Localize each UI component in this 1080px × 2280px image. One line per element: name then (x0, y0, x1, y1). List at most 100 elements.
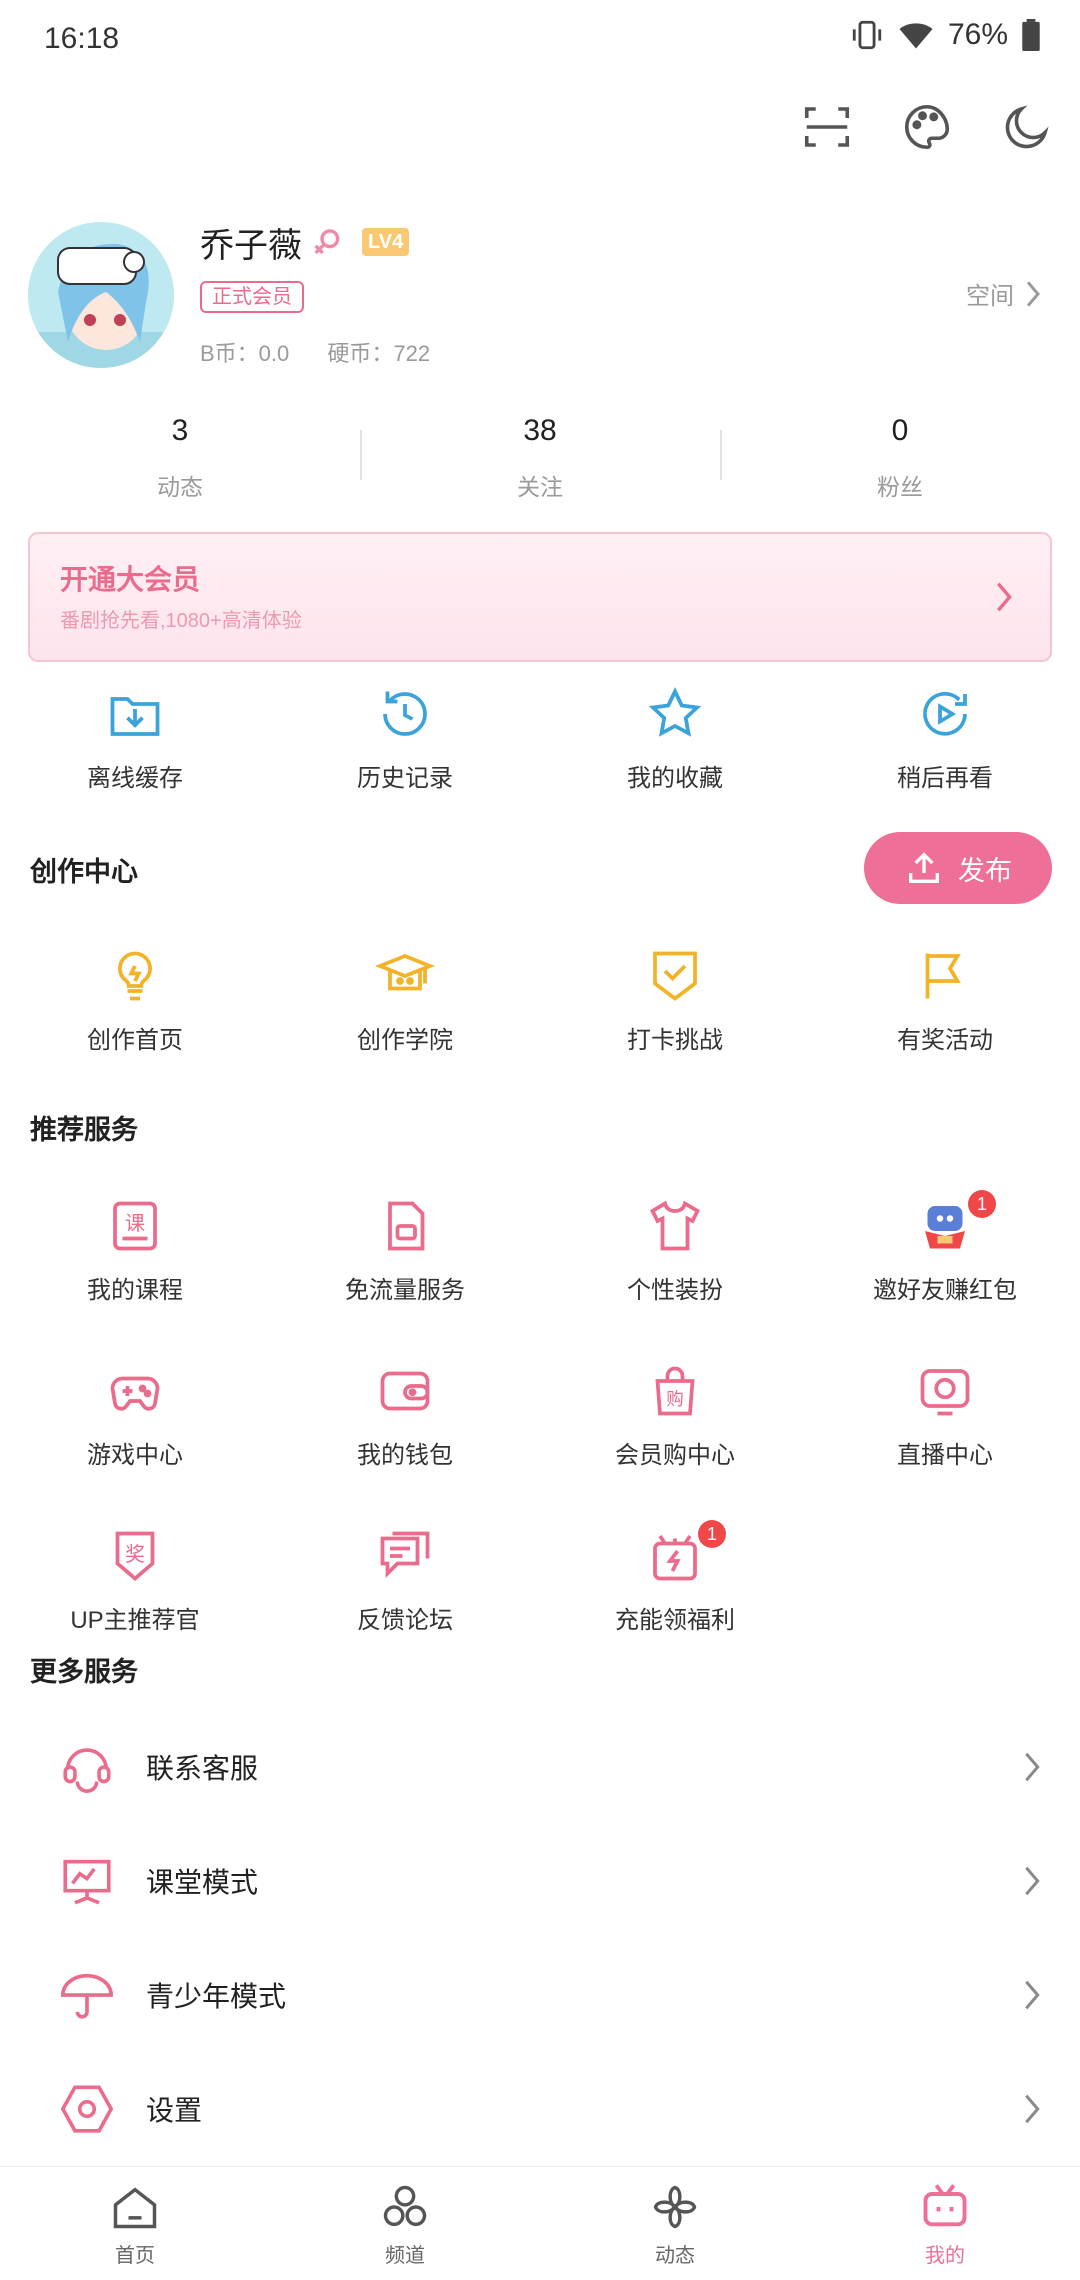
stat-value: 0 (891, 414, 909, 447)
award-shield-icon: 奖 (115, 1531, 155, 1581)
live-tv-icon (920, 1369, 970, 1416)
service-game-center[interactable]: 游戏中心 (0, 1361, 270, 1470)
service-invite-friends[interactable]: 1 邀好友赚红包 (810, 1190, 1080, 1305)
b-coin-balance: B币：0.0 (200, 341, 290, 366)
stat-followers[interactable]: 0 粉丝 (720, 400, 1080, 510)
nav-label: 动态 (655, 2245, 695, 2267)
status-bar: 16:18 76% (0, 0, 1080, 80)
creation-home[interactable]: 创作首页 (0, 946, 270, 1055)
service-my-courses[interactable]: 课 我的课程 (0, 1196, 270, 1305)
chevron-right-icon (1025, 1866, 1040, 1896)
gamepad-icon (110, 1376, 160, 1411)
service-label: 充能领福利 (615, 1607, 735, 1634)
stat-value: 3 (171, 414, 189, 447)
chevron-right-icon (997, 582, 1012, 612)
upload-icon (909, 852, 939, 883)
watch-later-icon (923, 691, 967, 736)
night-mode-icon[interactable] (1000, 100, 1054, 154)
creation-rewards[interactable]: 有奖活动 (810, 946, 1080, 1055)
publish-button[interactable]: 发布 (864, 832, 1052, 904)
service-vip-shop[interactable]: 购 会员购中心 (540, 1361, 810, 1470)
nav-dynamics[interactable]: 动态 (540, 2167, 810, 2280)
stat-label: 动态 (157, 474, 203, 500)
row-classroom-mode[interactable]: 课堂模式 (0, 1824, 1080, 1938)
nav-label: 频道 (385, 2245, 425, 2267)
quick-offline-cache[interactable]: 离线缓存 (0, 684, 270, 793)
notification-badge: 1 (698, 1520, 726, 1548)
vibrate-icon (852, 20, 882, 50)
row-label: 设置 (146, 2095, 203, 2126)
space-link[interactable]: 空间 (966, 276, 1042, 311)
row-label: 联系客服 (146, 1753, 259, 1784)
home-icon (113, 2187, 157, 2229)
star-icon (648, 687, 702, 737)
service-label: 免流量服务 (345, 1277, 465, 1304)
lightbulb-icon (118, 951, 152, 1001)
quick-action-label: 历史记录 (357, 765, 453, 792)
wallet-icon (380, 1371, 430, 1411)
row-settings[interactable]: 设置 (0, 2052, 1080, 2166)
checkin-shield-icon (653, 951, 697, 1001)
quick-watch-later[interactable]: 稍后再看 (810, 684, 1080, 793)
status-right: 76% (850, 18, 1040, 52)
sim-card-icon (388, 1201, 425, 1251)
service-label: 会员购中心 (615, 1442, 735, 1469)
nav-home[interactable]: 首页 (0, 2167, 270, 2280)
tshirt-icon (650, 1200, 700, 1251)
avatar[interactable] (28, 222, 174, 368)
quick-action-label: 离线缓存 (87, 765, 183, 792)
user-name: 乔子薇 (200, 227, 302, 265)
row-customer-service[interactable]: 联系客服 (0, 1710, 1080, 1824)
nav-mine[interactable]: 我的 (810, 2167, 1080, 2280)
creation-academy[interactable]: 创作学院 (270, 946, 540, 1055)
service-free-data[interactable]: 免流量服务 (270, 1196, 540, 1305)
service-wallet[interactable]: 我的钱包 (270, 1361, 540, 1470)
presentation-board-icon (63, 1859, 111, 1905)
nav-channel[interactable]: 频道 (270, 2167, 540, 2280)
service-charge-rewards[interactable]: 1 充能领福利 (540, 1520, 810, 1635)
pinwheel-icon (653, 2185, 697, 2229)
shopping-bag-icon: 购 (655, 1366, 695, 1416)
recommended-grid: 课 我的课程 免流量服务 个性装扮 1 邀好友赚红包 游戏中心 我的钱包 购 会… (0, 1190, 1080, 1635)
vip-banner-subtitle: 番剧抢先看,1080+高清体验 (60, 610, 302, 632)
row-youth-mode[interactable]: 青少年模式 (0, 1938, 1080, 2052)
status-time: 16:18 (44, 22, 120, 55)
stat-following[interactable]: 38 关注 (360, 400, 720, 510)
coin-info: B币：0.0 硬币：722 (200, 336, 430, 368)
level-badge: LV4 (362, 228, 410, 256)
row-label: 青少年模式 (146, 1981, 287, 2012)
stat-value: 38 (523, 414, 557, 447)
publish-label: 发布 (958, 855, 1012, 886)
creation-checkin[interactable]: 打卡挑战 (540, 946, 810, 1055)
vip-banner-title: 开通大会员 (60, 564, 201, 595)
service-label: UP主推荐官 (70, 1607, 200, 1634)
nav-label: 我的 (925, 2245, 965, 2267)
service-label: 直播中心 (897, 1442, 993, 1469)
stat-dynamics[interactable]: 3 动态 (0, 400, 360, 510)
notification-badge: 1 (968, 1190, 996, 1218)
quick-favorites[interactable]: 我的收藏 (540, 684, 810, 793)
scan-icon[interactable] (800, 100, 854, 154)
service-up-recommender[interactable]: 奖 UP主推荐官 (0, 1526, 270, 1635)
space-link-label: 空间 (966, 283, 1014, 310)
chevron-right-icon (1025, 1752, 1040, 1782)
user-stats: 3 动态 38 关注 0 粉丝 (0, 400, 1080, 510)
service-label: 邀好友赚红包 (873, 1277, 1017, 1304)
quick-action-label: 稍后再看 (897, 765, 993, 792)
chevron-right-icon (1025, 2094, 1040, 2124)
service-dress-up[interactable]: 个性装扮 (540, 1196, 810, 1305)
palette-icon[interactable] (900, 100, 954, 154)
female-gender-icon (314, 229, 340, 255)
nav-label: 首页 (115, 2245, 155, 2267)
recommended-services-title: 推荐服务 (30, 1115, 138, 1145)
vip-banner[interactable]: 开通大会员 番剧抢先看,1080+高清体验 (28, 532, 1052, 662)
quick-action-label: 我的收藏 (627, 765, 723, 792)
gift-box-icon (653, 1534, 697, 1581)
quick-history[interactable]: 历史记录 (270, 684, 540, 793)
service-live-center[interactable]: 直播中心 (810, 1361, 1080, 1470)
service-feedback-forum[interactable]: 反馈论坛 (270, 1526, 540, 1635)
course-book-icon: 课 (113, 1201, 157, 1251)
download-folder-icon (110, 697, 160, 736)
chevron-right-icon (1026, 280, 1040, 307)
stat-label: 粉丝 (877, 474, 923, 500)
